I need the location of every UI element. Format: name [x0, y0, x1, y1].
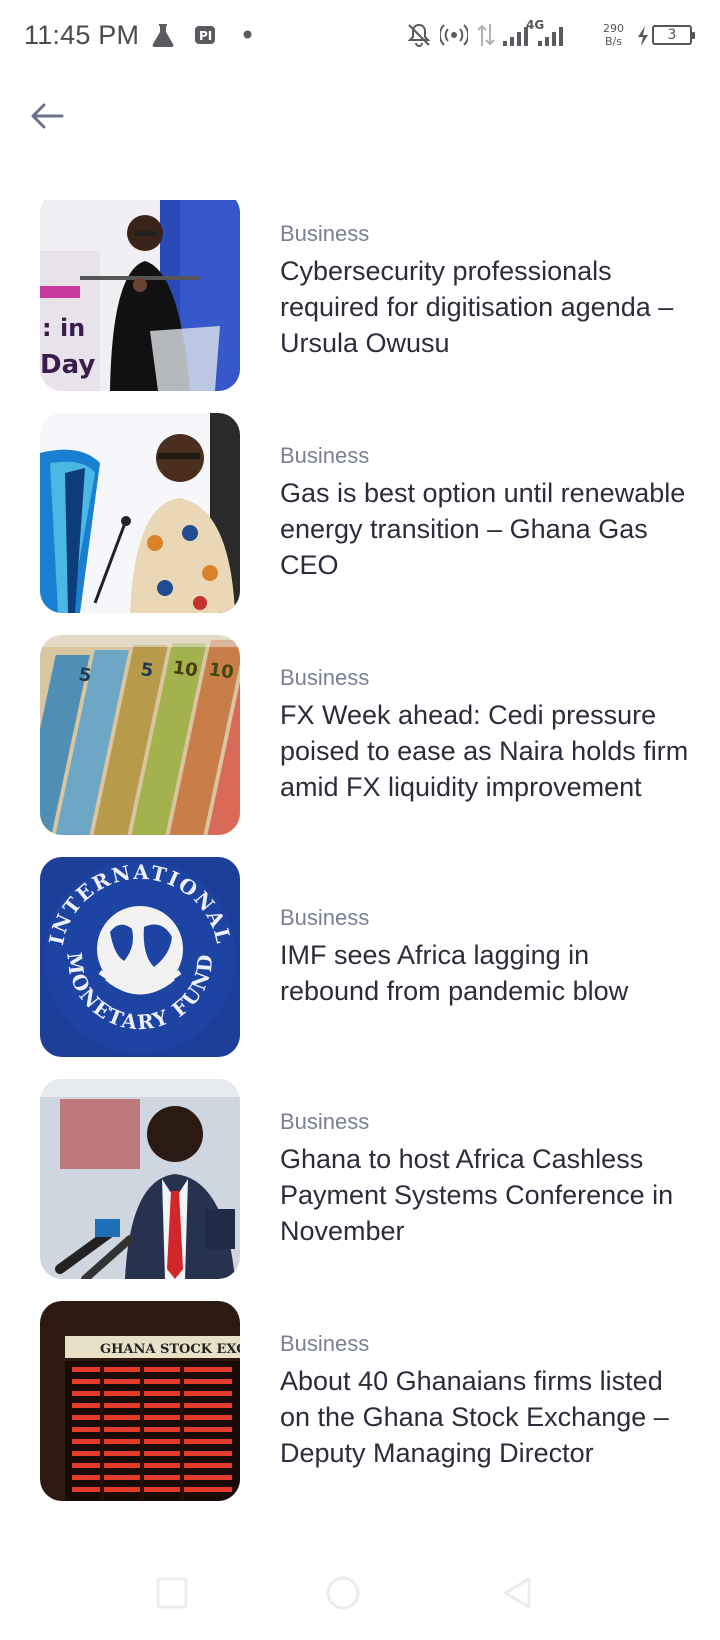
back-icon [497, 1577, 537, 1617]
flask-icon [150, 22, 176, 48]
dot-icon [243, 30, 252, 39]
system-nav-bar [0, 1545, 720, 1640]
signal-icon [538, 26, 566, 46]
svg-text:: in: : in [42, 314, 85, 342]
svg-text:10: 10 [171, 657, 199, 681]
article-text: Business About 40 Ghanaians firms listed… [280, 1301, 690, 1501]
news-item[interactable]: : in Day Business Cybersecurity professi… [40, 200, 700, 391]
svg-text:10: 10 [207, 659, 235, 683]
article-thumbnail: INTERNATIONAL MONETARY FUND [40, 857, 240, 1057]
article-category: Business [280, 665, 370, 690]
charging-icon [636, 25, 650, 47]
article-text: Business Ghana to host Africa Cashless P… [280, 1079, 690, 1279]
news-item[interactable]: GHANA STOCK EXC Business About 40 Ghanai… [40, 1301, 700, 1501]
article-text: Business Gas is best option until renewa… [280, 413, 690, 613]
news-item[interactable]: Business Ghana to host Africa Cashless P… [40, 1079, 700, 1279]
home-button[interactable] [323, 1573, 363, 1613]
news-item[interactable]: Business Gas is best option until renewa… [40, 413, 700, 613]
speed-value: 290 [603, 22, 624, 35]
article-title: About 40 Ghanaians firms listed on the G… [280, 1366, 669, 1468]
news-list[interactable]: : in Day Business Cybersecurity professi… [0, 200, 720, 1545]
status-time: 11:45 PM [24, 20, 140, 50]
article-category: Business [280, 443, 370, 468]
article-thumbnail: 5 5 10 10 [40, 635, 240, 835]
speed-unit: B/s [605, 35, 622, 48]
pi-icon: PI [194, 24, 216, 46]
article-title: Ghana to host Africa Cashless Payment Sy… [280, 1144, 674, 1246]
bell-off-icon [406, 22, 432, 48]
network-speed: 290 B/s [603, 22, 624, 48]
article-title: Gas is best option until renewable energ… [280, 478, 686, 580]
recent-apps-icon [152, 1577, 192, 1617]
signal-icon [503, 26, 531, 46]
article-thumbnail: GHANA STOCK EXC [40, 1301, 240, 1501]
article-title: IMF sees Africa lagging in rebound from … [280, 940, 629, 1006]
news-item[interactable]: 5 5 10 10 Business FX Week ahead: Cedi p… [40, 635, 700, 835]
article-thumbnail [40, 1079, 240, 1279]
system-back-button[interactable] [497, 1573, 537, 1613]
recent-apps-button[interactable] [152, 1573, 192, 1613]
battery-indicator: 3 [652, 25, 695, 45]
article-title: Cybersecurity professionals required for… [280, 256, 674, 358]
article-thumbnail [40, 413, 240, 613]
article-thumbnail: : in Day [40, 200, 240, 391]
article-category: Business [280, 221, 370, 246]
svg-text:PI: PI [199, 29, 212, 43]
status-bar: 11:45 PM PI 4G 290 B/s 3 [0, 0, 720, 72]
article-text: Business Cybersecurity professionals req… [280, 200, 690, 391]
article-category: Business [280, 905, 370, 930]
article-category: Business [280, 1331, 370, 1356]
news-item[interactable]: INTERNATIONAL MONETARY FUND Business IMF… [40, 857, 700, 1057]
article-text: Business IMF sees Africa lagging in rebo… [280, 857, 690, 1057]
stock-board-header: GHANA STOCK EXC [100, 1342, 240, 1357]
article-category: Business [280, 1109, 370, 1134]
arrow-left-icon [28, 103, 68, 138]
article-title: FX Week ahead: Cedi pressure poised to e… [280, 700, 689, 802]
back-button[interactable] [28, 98, 68, 134]
svg-text:Day: Day [40, 350, 95, 380]
article-text: Business FX Week ahead: Cedi pressure po… [280, 635, 690, 835]
home-icon [323, 1576, 363, 1617]
hotspot-icon [440, 22, 468, 48]
data-arrows-icon [476, 22, 496, 48]
